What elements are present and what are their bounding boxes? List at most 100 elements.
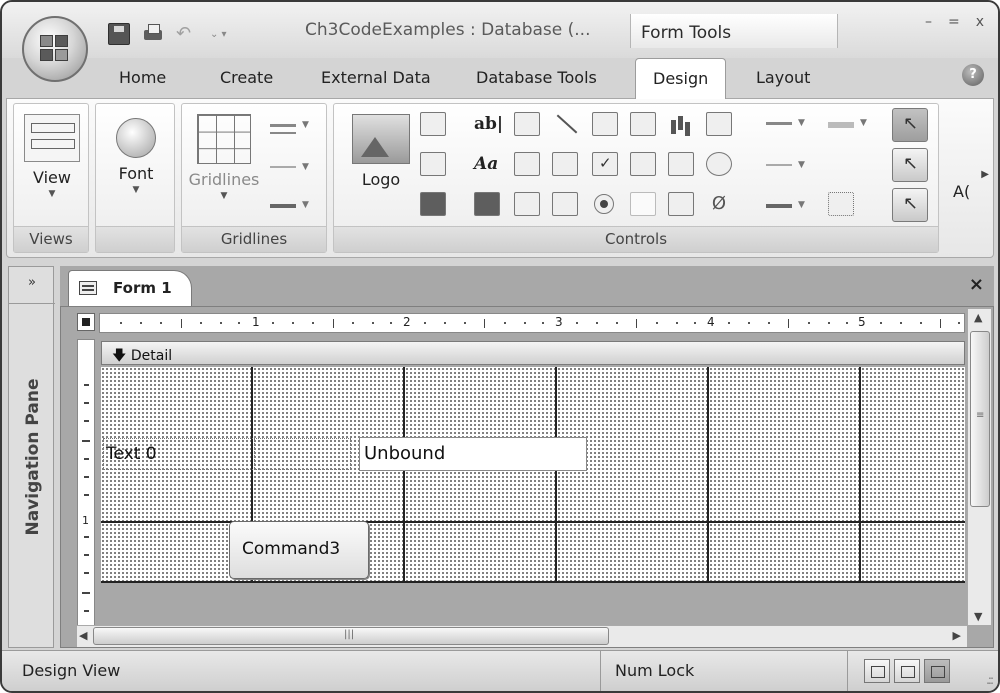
title-icon[interactable] bbox=[420, 112, 446, 136]
special-effect-icon[interactable] bbox=[828, 122, 854, 128]
chart-icon[interactable] bbox=[668, 112, 694, 136]
form-selector[interactable] bbox=[77, 313, 95, 331]
arrow-down-icon: 🡇 bbox=[112, 348, 127, 364]
tab-create[interactable]: Create bbox=[220, 68, 273, 87]
image-icon[interactable] bbox=[552, 192, 578, 216]
quick-access-toolbar: ↶ ⌄ ▾ bbox=[108, 22, 239, 46]
line-width-icon[interactable] bbox=[270, 124, 296, 127]
undo-icon[interactable]: ↶ bbox=[176, 23, 198, 45]
subform-icon[interactable] bbox=[706, 112, 732, 136]
horizontal-scrollbar[interactable]: ◀ ||| ▶ bbox=[77, 625, 967, 647]
chevron-down-icon[interactable]: ▼ bbox=[860, 118, 867, 128]
rectangle-icon[interactable] bbox=[552, 152, 578, 176]
chevron-down-icon[interactable]: ▼ bbox=[302, 162, 309, 172]
context-tab-label: Form Tools bbox=[641, 23, 732, 43]
logo-icon bbox=[352, 114, 410, 164]
qat-customize-icon[interactable]: ⌄ ▾ bbox=[210, 29, 227, 40]
line-color-icon[interactable] bbox=[270, 204, 296, 208]
command3-button[interactable]: Command3 bbox=[229, 521, 369, 579]
layout-view-button-icon[interactable] bbox=[894, 659, 920, 683]
label-control-text0[interactable]: Text 0 bbox=[103, 438, 351, 470]
page-break-icon[interactable] bbox=[630, 112, 656, 136]
label-icon[interactable]: Aa bbox=[474, 152, 500, 176]
tab-control-icon[interactable] bbox=[630, 152, 656, 176]
line-thickness-icon[interactable] bbox=[766, 122, 792, 125]
form-view-button-icon[interactable] bbox=[864, 659, 890, 683]
vertical-scrollbar[interactable]: ▲ ≡ ▼ bbox=[967, 309, 991, 625]
scroll-up-icon[interactable]: ▲ bbox=[974, 311, 982, 324]
bound-object-icon[interactable] bbox=[668, 192, 694, 216]
control-wizards-icon[interactable] bbox=[892, 148, 928, 182]
print-icon[interactable] bbox=[142, 23, 164, 45]
horizontal-ruler[interactable]: 1 2 3 4 5 bbox=[99, 313, 965, 333]
option-group-icon[interactable] bbox=[592, 112, 618, 136]
check-box-icon[interactable] bbox=[592, 152, 618, 176]
grip-icon: ||| bbox=[344, 629, 355, 640]
num-lock-indicator: Num Lock bbox=[600, 651, 848, 691]
chevron-down-icon: ▼ bbox=[132, 185, 140, 195]
close-document-icon[interactable]: × bbox=[969, 274, 984, 295]
close-window-icon[interactable]: x bbox=[976, 14, 984, 30]
line-type-icon[interactable] bbox=[270, 166, 296, 168]
chevron-down-icon[interactable]: ▼ bbox=[798, 118, 805, 128]
logo-button[interactable]: Logo bbox=[346, 114, 416, 189]
chevron-down-icon[interactable]: ▼ bbox=[798, 200, 805, 210]
vertical-ruler[interactable]: 1 bbox=[77, 339, 95, 629]
line-color-control-icon[interactable] bbox=[766, 204, 792, 208]
tab-database-tools[interactable]: Database Tools bbox=[476, 68, 597, 87]
toggle-button-icon[interactable] bbox=[630, 192, 656, 216]
button-icon[interactable] bbox=[474, 192, 500, 216]
select-all-icon[interactable] bbox=[828, 192, 854, 216]
design-view-button-icon[interactable] bbox=[924, 659, 950, 683]
horizontal-scroll-thumb[interactable]: ||| bbox=[93, 627, 609, 645]
restore-icon[interactable]: = bbox=[948, 14, 960, 30]
tab-design[interactable]: Design bbox=[635, 58, 727, 99]
chevron-right-icon[interactable]: ▶ bbox=[981, 169, 989, 180]
list-icon[interactable] bbox=[514, 192, 540, 216]
tab-external-data[interactable]: External Data bbox=[321, 68, 431, 87]
attachment-icon[interactable]: Ø bbox=[706, 192, 732, 216]
chevron-down-icon[interactable]: ▼ bbox=[302, 120, 309, 130]
line-type-control-icon[interactable] bbox=[766, 164, 792, 166]
combo-box-icon[interactable] bbox=[514, 152, 540, 176]
truncated-group-label[interactable]: A( bbox=[953, 182, 970, 201]
status-bar: Design View Num Lock .:: bbox=[2, 650, 998, 691]
save-icon[interactable] bbox=[108, 23, 130, 45]
font-button[interactable]: Font ▼ bbox=[106, 114, 166, 195]
navigation-pane[interactable]: » Navigation Pane bbox=[8, 266, 55, 648]
navigation-pane-label: Navigation Pane bbox=[23, 378, 43, 536]
page-numbers-icon[interactable] bbox=[420, 152, 446, 176]
date-time-icon[interactable] bbox=[420, 192, 446, 216]
chevron-down-icon[interactable]: ▼ bbox=[302, 200, 309, 210]
activex-controls-icon[interactable] bbox=[892, 188, 928, 222]
ruler-mark-4: 4 bbox=[707, 315, 715, 329]
tab-form-1[interactable]: Form 1 bbox=[68, 270, 192, 306]
select-pointer-icon[interactable] bbox=[892, 108, 928, 142]
hyperlink-icon[interactable] bbox=[706, 152, 732, 176]
option-button-icon[interactable] bbox=[594, 194, 614, 214]
chevron-down-icon[interactable]: ▼ bbox=[798, 160, 805, 170]
office-button[interactable] bbox=[22, 16, 88, 82]
help-icon[interactable]: ? bbox=[962, 64, 984, 86]
design-grid[interactable]: Text 0 Unbound Command3 bbox=[101, 367, 965, 583]
label-control-caption: Text 0 bbox=[106, 444, 157, 464]
group-label-views: Views bbox=[14, 226, 88, 252]
unbound-text-box[interactable]: Unbound bbox=[359, 437, 587, 471]
scroll-left-icon[interactable]: ◀ bbox=[79, 629, 87, 642]
text-box-icon[interactable]: ab| bbox=[474, 112, 503, 136]
scroll-right-icon[interactable]: ▶ bbox=[953, 629, 961, 642]
resize-grip-icon[interactable]: .:: bbox=[986, 673, 994, 687]
unbound-object-icon[interactable] bbox=[668, 152, 694, 176]
gridlines-button[interactable]: Gridlines ▼ bbox=[188, 114, 260, 201]
tab-home[interactable]: Home bbox=[119, 68, 166, 87]
line-icon[interactable] bbox=[552, 112, 578, 136]
scroll-down-icon[interactable]: ▼ bbox=[974, 610, 982, 623]
detail-section-header[interactable]: 🡇 Detail bbox=[101, 341, 965, 365]
shutter-bar-open-icon[interactable]: » bbox=[9, 275, 55, 290]
view-button[interactable]: View ▼ bbox=[22, 114, 82, 199]
vertical-scroll-thumb[interactable]: ≡ bbox=[970, 331, 990, 507]
set-control-defaults-icon[interactable] bbox=[828, 152, 854, 176]
tab-layout[interactable]: Layout bbox=[756, 68, 810, 87]
list-box-icon[interactable] bbox=[514, 112, 540, 136]
minimize-icon[interactable]: – bbox=[925, 14, 932, 30]
